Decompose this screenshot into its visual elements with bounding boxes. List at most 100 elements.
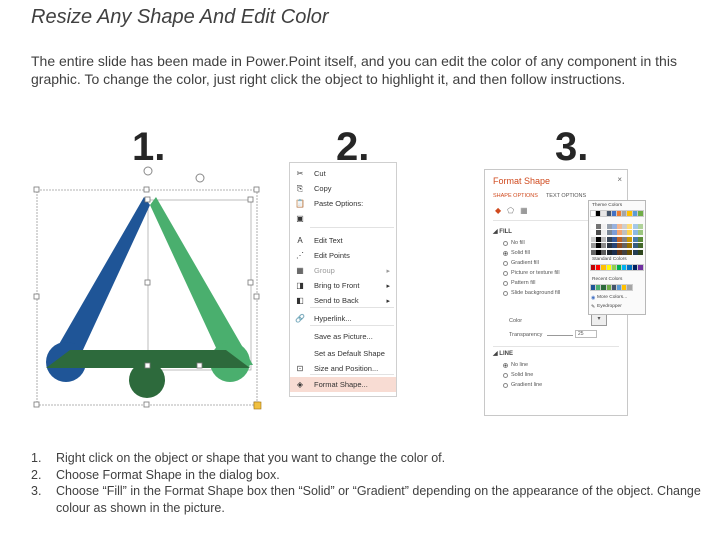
menu-item-label: Cut xyxy=(314,169,326,178)
option-label: Slide background fill xyxy=(511,290,561,296)
radio-icon[interactable] xyxy=(503,362,508,368)
menu-item-cut[interactable]: ✂ Cut xyxy=(290,166,396,181)
menu-item-edit-points[interactable]: ⋰ Edit Points xyxy=(290,248,396,263)
submenu-arrow-icon: ▸ xyxy=(386,282,390,290)
step-text: Choose “Fill” in the Format Shape box th… xyxy=(56,484,701,515)
menu-item-paste-options[interactable]: 📋 Paste Options: xyxy=(290,196,396,211)
blue-shape[interactable] xyxy=(47,197,150,365)
fill-option[interactable]: No fill xyxy=(503,240,525,246)
color-picker-button[interactable]: ▾ xyxy=(591,314,607,326)
format-shape-icon: ◈ xyxy=(296,380,304,389)
size-properties-icon[interactable]: ▦ xyxy=(520,206,528,215)
option-label: No line xyxy=(511,362,529,368)
menu-item-set-as-default-shape[interactable]: Set as Default Shape xyxy=(290,346,396,361)
fill-option[interactable]: Slide background fill xyxy=(503,290,560,296)
step-item: 2. Choose Format Shape in the dialog box. xyxy=(31,467,701,484)
radio-icon[interactable] xyxy=(503,280,508,286)
line-section-header[interactable]: ◢ LINE xyxy=(493,350,513,357)
fill-section-header[interactable]: ◢ FILL xyxy=(493,228,512,235)
fill-line-icon[interactable]: ◆ xyxy=(495,206,501,215)
standard-colors-label: Standard Colors xyxy=(592,257,627,262)
paste-icon: 📋 xyxy=(295,199,305,208)
menu-item-format-shape[interactable]: ◈ Format Shape... xyxy=(290,377,396,392)
radio-icon[interactable] xyxy=(503,270,508,276)
bring-to-front-icon: ◨ xyxy=(296,281,304,290)
radio-icon[interactable] xyxy=(503,260,508,266)
standard-color-swatch[interactable] xyxy=(636,264,644,271)
menu-item-paste-option[interactable]: ▣ xyxy=(290,211,396,226)
intro-paragraph: The entire slide has been made in Power.… xyxy=(31,53,677,87)
slide-title: Resize Any Shape And Edit Color xyxy=(31,6,329,28)
theme-shade-swatch[interactable] xyxy=(637,236,643,242)
fill-option[interactable]: Gradient fill xyxy=(503,260,539,266)
rotate-handle-icon[interactable] xyxy=(195,173,205,183)
radio-icon[interactable] xyxy=(503,290,508,296)
menu-item-save-as-picture[interactable]: Save as Picture... xyxy=(290,329,396,344)
rotate-handle-icon[interactable] xyxy=(143,166,153,176)
menu-item-edit-text[interactable]: A Edit Text xyxy=(290,233,396,248)
recent-color-swatch[interactable] xyxy=(626,284,634,291)
paste-option-icon: ▣ xyxy=(296,214,304,223)
menu-item-label: Send to Back xyxy=(314,296,359,305)
step-number-1: 1. xyxy=(132,125,166,169)
menu-item-send-to-back[interactable]: ◧ Send to Back ▸ xyxy=(290,293,396,308)
theme-colors-label: Theme Colors xyxy=(592,203,623,208)
menu-item-label: Hyperlink... xyxy=(314,314,352,323)
fill-option[interactable]: Picture or texture fill xyxy=(503,270,560,276)
radio-icon[interactable] xyxy=(503,250,508,256)
submenu-arrow-icon: ▸ xyxy=(386,297,390,305)
layout-options-icon[interactable] xyxy=(253,401,262,410)
eyedropper-icon: ✎ xyxy=(591,304,596,310)
effects-icon[interactable]: ⬠ xyxy=(507,206,514,215)
option-label: Pattern fill xyxy=(511,280,536,286)
tab-shape-options[interactable]: SHAPE OPTIONS xyxy=(493,193,538,199)
transparency-slider[interactable] xyxy=(547,335,573,336)
hyperlink-icon: 🔗 xyxy=(295,314,305,323)
triangle-graphic[interactable] xyxy=(30,165,265,415)
menu-item-label: Size and Position... xyxy=(314,364,379,373)
fill-option[interactable]: Pattern fill xyxy=(503,280,535,286)
tab-text-options[interactable]: TEXT OPTIONS xyxy=(546,193,586,199)
edit-points-icon: ⋰ xyxy=(296,251,304,260)
line-option[interactable]: Solid line xyxy=(503,372,533,378)
green-shape[interactable] xyxy=(150,197,253,365)
transparency-input[interactable]: 25 xyxy=(575,330,597,338)
eyedropper-option[interactable]: Eyedropper xyxy=(597,304,622,309)
option-label: Solid fill xyxy=(511,250,530,256)
theme-shade-swatch[interactable] xyxy=(637,223,643,229)
cut-icon: ✂ xyxy=(296,169,304,178)
menu-item-copy[interactable]: ⎘ Copy xyxy=(290,181,396,196)
close-icon[interactable]: × xyxy=(617,175,622,184)
color-palette-popup: Theme Colors Standard Colors Recent Colo… xyxy=(589,201,645,314)
line-option[interactable]: No line xyxy=(503,362,528,368)
radio-icon[interactable] xyxy=(503,240,508,246)
menu-item-label: Group xyxy=(314,266,335,275)
theme-shade-swatch[interactable] xyxy=(637,249,643,255)
pane-title: Format Shape xyxy=(493,176,551,186)
radio-icon[interactable] xyxy=(503,382,508,388)
menu-item-bring-to-front[interactable]: ◨ Bring to Front ▸ xyxy=(290,278,396,293)
menu-item-group[interactable]: ▦ Group ▸ xyxy=(290,263,396,278)
more-colors-option[interactable]: More Colors... xyxy=(597,295,627,300)
step-number: 2. xyxy=(31,467,42,482)
radio-icon[interactable] xyxy=(503,372,508,378)
menu-item-label: Format Shape... xyxy=(314,380,368,389)
step-number: 1. xyxy=(31,451,42,465)
theme-color-swatch[interactable] xyxy=(636,210,644,217)
step-item: 1. Right click on the object or shape tha… xyxy=(31,450,701,467)
edit-text-icon: A xyxy=(297,236,303,245)
theme-shade-swatch[interactable] xyxy=(637,230,643,235)
send-to-back-icon: ◧ xyxy=(296,296,304,305)
step-item: 3. Choose “Fill” in the Format Shape box … xyxy=(31,483,701,516)
line-option[interactable]: Gradient line xyxy=(503,382,542,388)
menu-item-hyperlink[interactable]: 🔗 Hyperlink... xyxy=(290,311,396,326)
menu-item-label: Copy xyxy=(314,184,332,193)
option-label: Solid line xyxy=(511,372,534,378)
group-icon: ▦ xyxy=(296,266,304,275)
option-label: Picture or texture fill xyxy=(511,270,560,276)
transparency-label: Transparency xyxy=(509,332,543,338)
step-text: Right click on the object or shape that … xyxy=(56,451,446,465)
step-text: Choose Format Shape in the dialog box. xyxy=(56,467,280,482)
theme-shade-swatch[interactable] xyxy=(637,243,643,248)
fill-option[interactable]: Solid fill xyxy=(503,250,530,256)
